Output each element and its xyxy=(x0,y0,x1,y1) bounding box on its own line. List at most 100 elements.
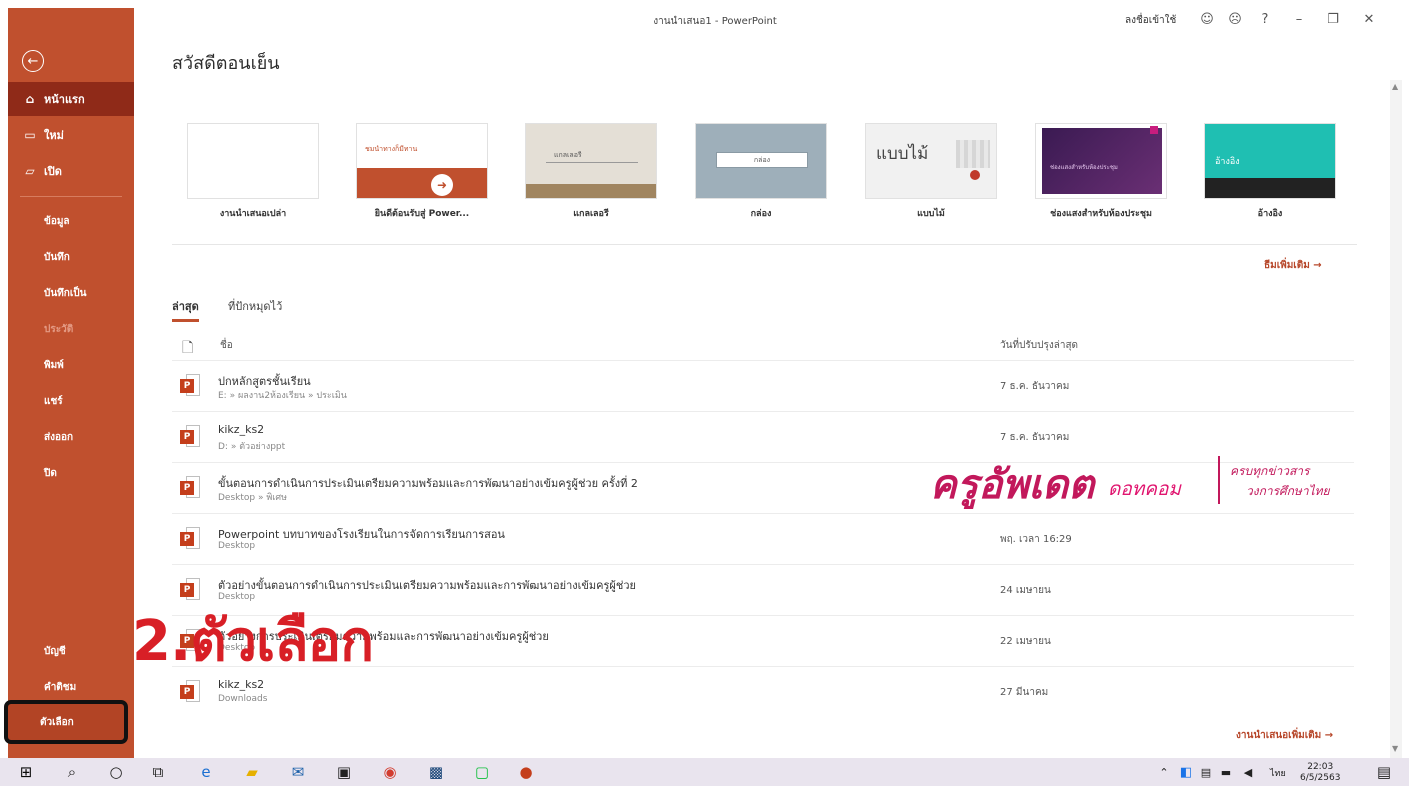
template-thumb-text: แบบไม้ xyxy=(876,144,929,164)
cortana-icon[interactable]: ○ xyxy=(106,762,126,782)
chrome-icon[interactable]: ◉ xyxy=(380,762,400,782)
file-name: Powerpoint บทบาทของโรงเรียนในการจัดการเร… xyxy=(218,528,505,541)
search-icon[interactable]: ⌕ xyxy=(62,762,82,782)
template-thumb-text: กล่อง xyxy=(716,152,808,168)
template-boardroom[interactable]: ช่องแสงสำหรับห้องประชุม xyxy=(1035,123,1167,199)
photoshop-icon[interactable]: ▩ xyxy=(426,762,446,782)
restore-icon[interactable]: ❐ xyxy=(1324,10,1342,28)
backstage-sidebar: ← ⌂ หน้าแรก ▭ ใหม่ ▱ เปิด ข้อมูล บันทึก … xyxy=(8,8,134,758)
section-divider xyxy=(172,244,1357,245)
mail-icon[interactable]: ✉ xyxy=(288,762,308,782)
file-date: 27 มีนาคม xyxy=(1000,687,1049,698)
template-thumb-accent xyxy=(1150,126,1158,134)
template-reference[interactable]: อ้างอิง xyxy=(1204,123,1336,199)
more-presentations-link[interactable]: งานนำเสนอเพิ่มเติม → xyxy=(1236,728,1333,743)
column-header-date[interactable]: วันที่ปรับปรุงล่าสุด xyxy=(1000,338,1078,353)
help-icon[interactable]: ? xyxy=(1256,10,1274,28)
minimize-icon[interactable]: – xyxy=(1290,10,1308,28)
template-wood[interactable]: แบบไม้ xyxy=(865,123,997,199)
edge-browser-icon[interactable]: e xyxy=(196,762,216,782)
file-date: พฤ. เวลา 16:29 xyxy=(1000,534,1072,545)
sidebar-item-share[interactable]: แชร์ xyxy=(8,386,134,416)
frown-feedback-icon[interactable]: ☹ xyxy=(1226,10,1244,28)
new-file-icon: ▭ xyxy=(24,128,36,142)
sidebar-item-save[interactable]: บันทึก xyxy=(8,242,134,272)
signin-link[interactable]: ลงชื่อเข้าใช้ xyxy=(1125,13,1176,28)
template-thumb-texture xyxy=(956,140,990,168)
sidebar-item-feedback[interactable]: คำติชม xyxy=(8,672,134,702)
sidebar-item-print[interactable]: พิมพ์ xyxy=(8,350,134,380)
sidebar-item-export[interactable]: ส่งออก xyxy=(8,422,134,452)
template-welcome[interactable]: ชมนำทางก็มีทาน ➜ xyxy=(356,123,488,199)
template-thumb-dot xyxy=(970,170,980,180)
vertical-scrollbar[interactable] xyxy=(1390,80,1402,758)
powerpoint-file-icon: P xyxy=(180,374,200,398)
file-date: 22 เมษายน xyxy=(1000,636,1051,647)
sidebar-item-new[interactable]: ▭ ใหม่ xyxy=(8,118,134,152)
template-thumb-band xyxy=(357,168,487,198)
powerpoint-icon[interactable]: ● xyxy=(516,762,536,782)
scroll-down-icon[interactable]: ▼ xyxy=(1392,744,1398,753)
column-header-name[interactable]: ชื่อ xyxy=(220,338,233,353)
list-item[interactable]: P ปกหลักสูตรชั้นเรียน E: » ผลงาน2ห้องเรี… xyxy=(172,360,1354,411)
smile-feedback-icon[interactable]: ☺ xyxy=(1198,10,1216,28)
sidebar-item-save-as[interactable]: บันทึกเป็น xyxy=(8,278,134,308)
powerpoint-file-icon: P xyxy=(180,527,200,551)
notifications-icon[interactable]: ▤ xyxy=(1374,762,1394,782)
sidebar-item-options[interactable]: ตัวเลือก xyxy=(4,700,128,744)
sidebar-item-close[interactable]: ปิด xyxy=(8,458,134,488)
clock-date: 6/5/2563 xyxy=(1300,773,1341,783)
sidebar-item-history: ประวัติ xyxy=(44,323,74,335)
tab-pinned[interactable]: ที่ปักหมุดไว้ xyxy=(228,297,282,315)
file-name: kikz_ks2 xyxy=(218,423,265,436)
clock-time: 22:03 xyxy=(1307,762,1334,772)
show-hidden-icons[interactable]: ⌃ xyxy=(1154,762,1174,782)
template-label: ยินดีต้อนรับสู่ Power... xyxy=(374,209,470,219)
windows-start-icon[interactable]: ⊞ xyxy=(16,762,36,782)
sidebar-item-info[interactable]: ข้อมูล xyxy=(8,206,134,236)
volume-icon[interactable]: ◀ xyxy=(1238,762,1258,782)
file-date: 24 เมษายน xyxy=(1000,585,1051,596)
input-language[interactable]: ไทย xyxy=(1270,766,1286,780)
tab-recent[interactable]: ล่าสุด xyxy=(172,297,199,322)
scroll-up-icon[interactable]: ▲ xyxy=(1392,82,1398,91)
template-label: อ้างอิง xyxy=(1257,209,1283,219)
powerpoint-window: ← ⌂ หน้าแรก ▭ ใหม่ ▱ เปิด ข้อมูล บันทึก … xyxy=(0,0,1409,786)
arrow-right-icon: ➜ xyxy=(431,174,453,196)
template-blank[interactable] xyxy=(187,123,319,199)
taskbar-clock[interactable]: 22:03 6/5/2563 xyxy=(1300,762,1340,784)
list-item[interactable]: P Powerpoint บทบาทของโรงเรียนในการจัดการ… xyxy=(172,513,1354,564)
task-view-icon[interactable]: ⧉ xyxy=(148,762,168,782)
watermark-logo: ครูอัพเดต ดอทคอม ครบทุกข่าวสาร วงการศึกษ… xyxy=(930,452,1350,514)
file-type-icon: 🗋 xyxy=(182,340,194,356)
sidebar-item-label: เปิด xyxy=(44,165,62,178)
onedrive-icon[interactable]: ◧ xyxy=(1176,762,1196,782)
battery-icon[interactable]: ▬ xyxy=(1216,762,1236,782)
sidebar-item-account[interactable]: บัญชี xyxy=(8,636,134,666)
template-thumb-text: ช่องแสงสำหรับห้องประชุม xyxy=(1050,164,1118,171)
network-icon[interactable]: ▤ xyxy=(1196,762,1216,782)
template-thumb-band xyxy=(526,184,656,198)
file-explorer-icon[interactable]: ▰ xyxy=(242,762,262,782)
back-arrow-icon[interactable]: ← xyxy=(22,50,44,72)
template-label: งานนำเสนอเปล่า xyxy=(219,209,287,219)
store-icon[interactable]: ▣ xyxy=(334,762,354,782)
more-themes-link[interactable]: ธีมเพิ่มเติม → xyxy=(1264,258,1322,273)
sidebar-item-home[interactable]: ⌂ หน้าแรก xyxy=(8,82,134,116)
watermark-tagline-1: ครบทุกข่าวสาร xyxy=(1230,464,1310,478)
template-box[interactable]: กล่อง xyxy=(695,123,827,199)
file-name: ตัวอย่างขั้นตอนการดำเนินการประเมินเตรียม… xyxy=(218,579,636,592)
watermark-tagline-2: วงการศึกษาไทย xyxy=(1246,484,1330,498)
home-icon: ⌂ xyxy=(25,92,35,106)
template-gallery[interactable]: แกลเลอรี xyxy=(525,123,657,199)
template-thumb-text: แกลเลอรี xyxy=(554,151,582,159)
sidebar-item-label: หน้าแรก xyxy=(44,93,85,106)
file-path: D: » ตัวอย่างppt xyxy=(218,442,286,452)
template-label: ช่องแสงสำหรับห้องประชุม xyxy=(1050,209,1152,219)
close-icon[interactable]: ✕ xyxy=(1360,10,1378,28)
window-title: งานนำเสนอ1 - PowerPoint xyxy=(653,16,777,27)
line-app-icon[interactable]: ▢ xyxy=(472,762,492,782)
template-label: แกลเลอรี xyxy=(573,209,609,219)
sidebar-item-open[interactable]: ▱ เปิด xyxy=(8,154,134,188)
watermark-main-text: ครูอัพเดต xyxy=(930,462,1095,508)
